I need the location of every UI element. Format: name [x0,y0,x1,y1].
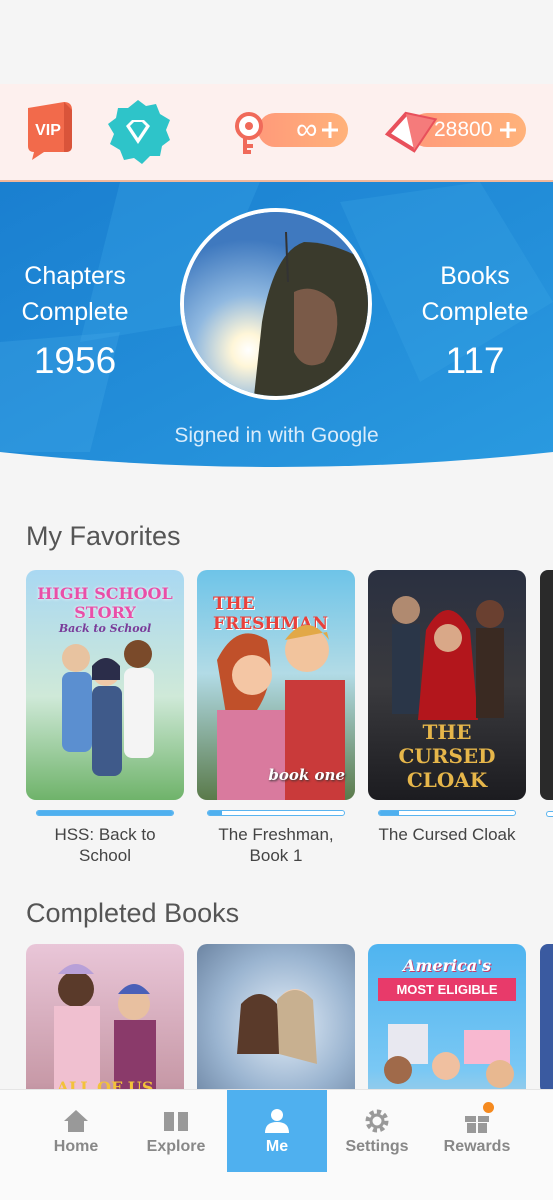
nav-label: Home [53,1138,99,1155]
gear-icon [365,1109,389,1133]
book-title[interactable]: The Cursed Cloak [368,824,526,845]
nav-label: Settings [345,1138,409,1155]
favorites-heading: My Favorites [26,521,181,551]
favorite-book-card[interactable]: THE CURSED CLOAK The Cursed Cloak [368,570,526,845]
chapters-label-line2: Complete [21,298,129,326]
books-label-line1: Books [440,262,510,290]
svg-text:VIP: VIP [35,122,61,139]
add-gems-icon[interactable] [498,120,518,140]
bottom-nav: Home Explore Me Settings Rewards [0,1089,553,1200]
book-cover[interactable]: HIGH SCHOOL STORY Back to School [26,570,184,800]
book-cover[interactable]: THE FRESHMAN book one [197,570,355,800]
chapters-complete-stat: Chapters Complete 1956 [0,258,150,382]
reading-progress-bar [36,810,174,816]
nav-settings[interactable]: Settings [327,1090,427,1172]
nav-label: Rewards [443,1138,511,1155]
favorite-book-card[interactable]: THE FRESHMAN book one The Freshman, Book… [197,570,355,866]
book-title-line1: The Cursed Cloak [378,825,516,844]
nav-label: Explore [146,1138,206,1155]
keys-value: ∞ [296,113,318,146]
partial-book-card[interactable] [540,570,553,800]
book-cover[interactable]: THE CURSED CLOAK [368,570,526,800]
add-keys-icon[interactable] [320,120,340,140]
book-title-line1: HSS: Back to [54,825,156,844]
reading-progress-bar [207,810,345,816]
partial-progress-bar [546,811,553,817]
person-icon [265,1109,289,1133]
book-title-line2: School [79,846,131,865]
cover-subtitle: book one [268,766,345,784]
nav-label: Me [265,1138,289,1155]
chapters-label-line1: Chapters [24,262,126,290]
nav-rewards[interactable]: Rewards [427,1090,527,1172]
book-title[interactable]: The Freshman, Book 1 [197,824,355,866]
key-icon [235,112,263,154]
favorite-book-card[interactable]: HIGH SCHOOL STORY Back to School HSS: Ba… [26,570,184,866]
diamond-badge-icon[interactable] [104,98,172,166]
reading-progress-bar [378,810,516,816]
partial-book-card[interactable] [540,944,553,1094]
books-complete-stat: Books Complete 117 [400,258,550,382]
avatar[interactable] [180,208,372,400]
book-icon [164,1112,188,1131]
books-label-line2: Complete [421,298,529,326]
nav-home[interactable]: Home [26,1090,126,1172]
book-title-line2: Book 1 [249,846,303,865]
vip-icon[interactable]: VIP [24,100,74,162]
completed-heading: Completed Books [26,898,240,928]
book-title-line1: The Freshman, [218,825,334,844]
ruby-gem-icon [384,111,438,153]
signed-in-status: Signed in with Google [174,424,379,447]
chapters-count: 1956 [33,340,117,381]
nav-explore[interactable]: Explore [126,1090,226,1172]
cover-title: THE CURSED CLOAK [398,720,496,792]
nav-me[interactable]: Me [227,1090,327,1172]
book-title[interactable]: HSS: Back to School [26,824,184,866]
notification-dot [483,1102,494,1113]
gems-value: 28800 [434,118,493,141]
books-count: 117 [445,340,505,381]
home-icon [64,1110,88,1132]
profile-header: Chapters Complete 1956 Books Complete 11… [0,182,553,472]
